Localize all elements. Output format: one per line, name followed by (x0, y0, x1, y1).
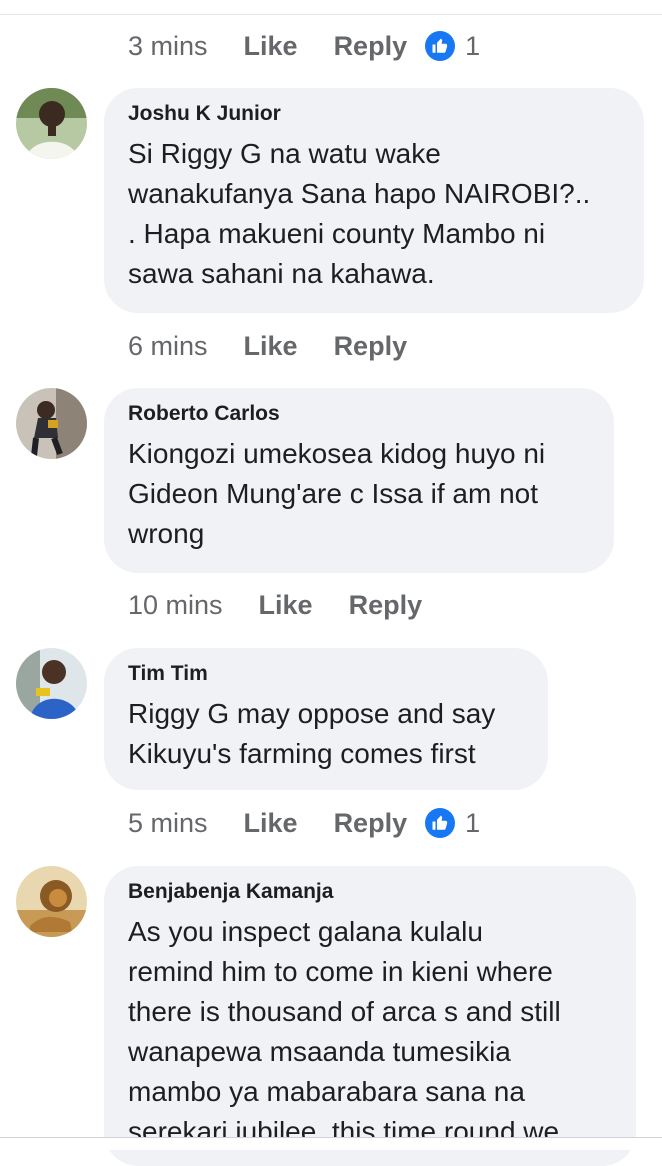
like-button[interactable]: Like (259, 590, 313, 621)
comment-line: there is thousand of arca s and still (128, 996, 561, 1027)
comment-time[interactable]: 6 mins (128, 331, 208, 362)
comment-bubble: Benjabenja Kamanja As you inspect galana… (104, 866, 636, 1166)
comment-line: sawa sahani na kahawa. (128, 258, 435, 289)
avatar[interactable] (16, 866, 87, 937)
comment-text: Kiongozi umekosea kidog huyo ni Gideon M… (128, 434, 590, 554)
comment-author[interactable]: Benjabenja Kamanja (128, 880, 612, 904)
reply-button[interactable]: Reply (334, 331, 408, 362)
comment-author[interactable]: Joshu K Junior (128, 102, 620, 126)
comment-time[interactable]: 10 mins (128, 590, 223, 621)
like-button[interactable]: Like (244, 31, 298, 62)
like-button[interactable]: Like (244, 808, 298, 839)
comment-text: Riggy G may oppose and say Kikuyu's farm… (128, 694, 524, 774)
reaction-summary[interactable]: 1 (425, 808, 480, 839)
comment-line: Riggy G may oppose and say (128, 698, 496, 729)
comment-line: Kikuyu's farming comes first (128, 738, 476, 769)
thumbs-up-icon (425, 808, 456, 838)
avatar[interactable] (16, 388, 87, 459)
reaction-summary[interactable]: 1 (425, 31, 480, 62)
comment-line: As you inspect galana kulalu (128, 916, 483, 947)
comment-line: wanakufanya Sana hapo NAIROBI?.. (128, 178, 591, 209)
comment-text: Si Riggy G na watu wake wanakufanya Sana… (128, 134, 620, 294)
reply-button[interactable]: Reply (349, 590, 423, 621)
top-divider (0, 14, 662, 15)
comment-bubble: Joshu K Junior Si Riggy G na watu wake w… (104, 88, 644, 313)
reply-button[interactable]: Reply (334, 808, 408, 839)
comment-line: Gideon Mung'are c Issa if am not (128, 478, 538, 509)
comment-time[interactable]: 3 mins (128, 31, 208, 62)
comment-actions-3: 5 mins Like Reply 1 (128, 803, 480, 843)
reaction-count: 1 (465, 807, 481, 838)
comment-actions-1: 6 mins Like Reply (128, 326, 425, 366)
thumbs-up-icon (425, 31, 456, 61)
comment-actions-0: 3 mins Like Reply 1 (128, 26, 480, 66)
comment-line: . Hapa makueni county Mambo ni (128, 218, 546, 249)
bottom-bar (0, 1138, 662, 1150)
like-button[interactable]: Like (244, 331, 298, 362)
comment-line: wrong (128, 518, 205, 549)
comment-text: As you inspect galana kulalu remind him … (128, 912, 612, 1152)
comment-line: mambo ya mabarabara sana na (128, 1076, 525, 1107)
reply-button[interactable]: Reply (334, 31, 408, 62)
comment-bubble: Tim Tim Riggy G may oppose and say Kikuy… (104, 648, 548, 790)
comment-bubble: Roberto Carlos Kiongozi umekosea kidog h… (104, 388, 614, 573)
bottom-divider (0, 1137, 662, 1138)
avatar[interactable] (16, 648, 87, 719)
comment-line: Kiongozi umekosea kidog huyo ni (128, 438, 546, 469)
comment-line: Si Riggy G na watu wake (128, 138, 441, 169)
comment-author[interactable]: Tim Tim (128, 662, 524, 686)
reaction-count: 1 (465, 30, 481, 61)
comment-time[interactable]: 5 mins (128, 808, 208, 839)
comment-line: remind him to come in kieni where (128, 956, 553, 987)
avatar[interactable] (16, 88, 87, 159)
comment-author[interactable]: Roberto Carlos (128, 402, 590, 426)
comment-actions-2: 10 mins Like Reply (128, 585, 440, 625)
comment-line: wanapewa msaanda tumesikia (128, 1036, 511, 1067)
